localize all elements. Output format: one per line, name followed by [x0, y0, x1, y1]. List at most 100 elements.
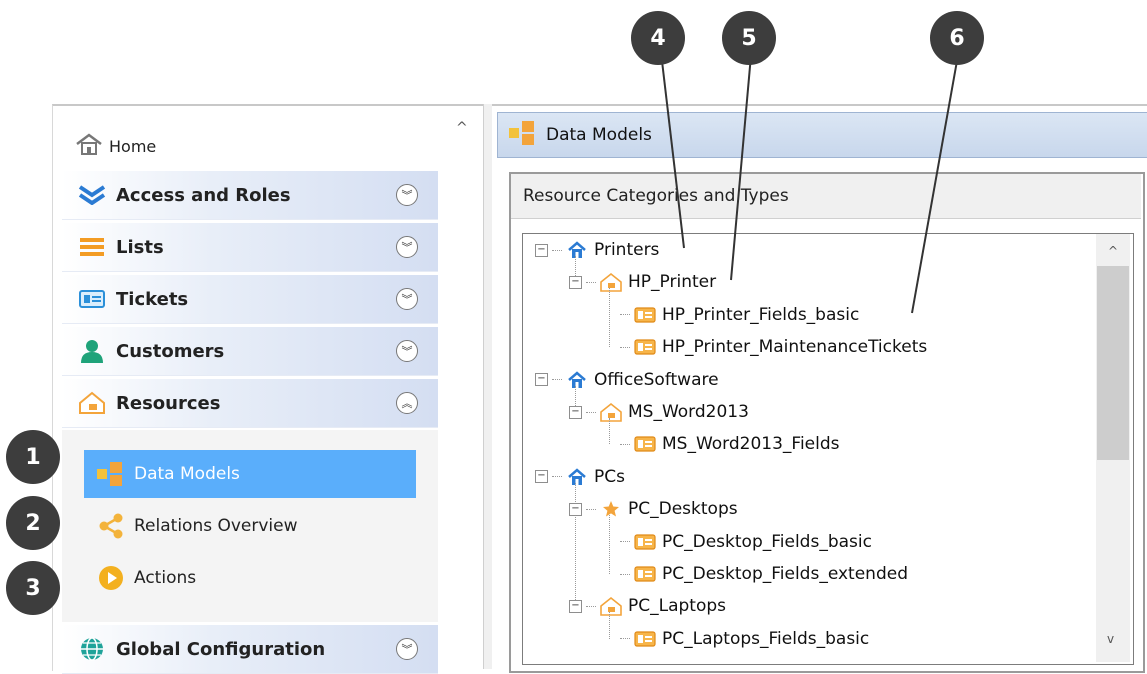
nav-section-label: Access and Roles	[116, 184, 291, 206]
group-box-title: Resource Categories and Types	[511, 174, 1141, 219]
nav-section-customers[interactable]: Customers ︾	[62, 327, 438, 376]
resource-type-icon	[600, 272, 622, 293]
tree-connector	[586, 411, 596, 413]
globe-icon	[74, 635, 110, 663]
tree-node[interactable]: − PCs	[535, 461, 625, 493]
tree-collapse-icon[interactable]: −	[569, 405, 582, 419]
content-header-title: Data Models	[546, 125, 652, 145]
chevron-double-down-icon[interactable]: ︾	[396, 638, 418, 660]
nav-item-relations-overview[interactable]: Relations Overview	[84, 502, 416, 550]
nav-section-global-configuration[interactable]: Global Configuration ︾	[62, 625, 438, 674]
tree-node[interactable]: PC_Desktop_Fields_basic	[603, 526, 872, 558]
resource-tree[interactable]: − Printers − HP_Printer HP_Printer_Fields_ba…	[522, 233, 1134, 665]
tree-node[interactable]: − OfficeSoftware	[535, 364, 719, 396]
star-icon	[600, 499, 622, 519]
tree-node[interactable]: − PC_Desktops	[569, 493, 738, 525]
tree-connector	[620, 541, 630, 543]
tree-node[interactable]: − Printers	[535, 234, 659, 266]
tree-node[interactable]: PC_Laptops_Fields_basic	[603, 623, 869, 655]
nav-item-data-models[interactable]: Data Models	[84, 450, 416, 498]
tree-connector	[586, 605, 596, 607]
house-icon	[566, 467, 588, 487]
house-icon	[566, 240, 588, 260]
data-models-icon	[96, 459, 126, 489]
data-models-icon	[508, 120, 538, 150]
nav-item-actions[interactable]: Actions	[84, 554, 416, 602]
tree-collapse-icon[interactable]: −	[535, 470, 548, 484]
tree-collapse-icon[interactable]: −	[535, 243, 548, 257]
tree-connector	[552, 379, 562, 381]
chevron-double-down-icon[interactable]: ︾	[396, 340, 418, 362]
person-icon	[74, 337, 110, 365]
tree-collapse-icon[interactable]: −	[569, 502, 582, 516]
nav-section-lists[interactable]: Lists ︾	[62, 223, 438, 272]
resource-type-icon	[600, 402, 622, 422]
nav-item-label: Actions	[134, 568, 197, 588]
tree-node[interactable]: − MS_Word2013	[569, 396, 749, 428]
tree-node-label: MS_Word2013_Fields	[662, 434, 840, 455]
tree-scrollbar-thumb[interactable]	[1097, 266, 1129, 460]
tree-connector	[586, 508, 596, 510]
tree-node[interactable]: − HP_Printer	[569, 266, 716, 298]
field-set-icon	[634, 532, 656, 552]
tree-collapse-icon[interactable]: −	[569, 275, 582, 289]
group-box-title-text: Resource Categories and Types	[523, 186, 789, 206]
tree-connector	[620, 346, 630, 348]
field-set-icon	[634, 337, 656, 357]
tree-node-label: Printers	[594, 240, 660, 260]
nav-section-resources[interactable]: Resources ︽	[62, 379, 438, 428]
nav-section-label: Global Configuration	[116, 638, 326, 660]
nav-section-label: Tickets	[116, 288, 189, 310]
chevron-double-down-icon[interactable]: ︾	[396, 184, 418, 206]
scroll-up-arrow-icon[interactable]: ^	[1108, 244, 1118, 258]
tree-node[interactable]: − PC_Laptops	[569, 590, 726, 622]
field-set-icon	[634, 629, 656, 649]
chevron-double-down-icon[interactable]: ︾	[396, 288, 418, 310]
field-set-icon	[634, 305, 656, 325]
callout-2: 2	[6, 496, 60, 550]
tree-connector	[620, 573, 630, 575]
field-set-icon	[634, 434, 656, 454]
nav-item-label: Relations Overview	[134, 516, 298, 536]
tree-node[interactable]: HP_Printer_MaintenanceTickets	[603, 331, 927, 363]
scroll-down-arrow-icon[interactable]: v	[1107, 632, 1114, 646]
nav-section-tickets[interactable]: Tickets ︾	[62, 275, 438, 324]
tree-connector	[620, 314, 630, 316]
resource-house-icon	[74, 389, 110, 417]
tree-connector	[552, 476, 562, 478]
tree-node-label: PC_Desktop_Fields_extended	[662, 564, 908, 584]
chevron-shield-icon	[74, 181, 110, 209]
content-header: Data Models	[497, 112, 1147, 158]
ticket-icon	[74, 285, 110, 313]
tree-node-label: PCs	[594, 466, 625, 487]
tree-node-label: MS_Word2013	[628, 402, 749, 422]
chevron-double-down-icon[interactable]: ︾	[396, 236, 418, 258]
nav-scroll-up-icon[interactable]: ^	[456, 120, 468, 136]
chevron-double-up-icon[interactable]: ︽	[396, 392, 418, 414]
tree-connector	[620, 638, 630, 640]
nav-section-label: Customers	[116, 340, 225, 362]
tree-node[interactable]: HP_Printer_Fields_basic	[603, 299, 859, 331]
tree-node-label: PC_Laptops_Fields_basic	[662, 628, 870, 649]
tree-node-label: PC_Desktops	[628, 499, 738, 520]
house-icon	[566, 370, 588, 390]
tree-node[interactable]: PC_Desktop_Fields_extended	[603, 558, 908, 590]
callout-6: 6	[930, 11, 984, 65]
tree-node-label: PC_Desktop_Fields_basic	[662, 531, 872, 552]
tree-node-label: PC_Laptops	[628, 596, 727, 617]
tree-node[interactable]: MS_Word2013_Fields	[603, 428, 840, 460]
tree-node-label: HP_Printer	[628, 272, 717, 293]
tree-connector	[620, 443, 630, 445]
list-icon	[74, 233, 110, 261]
tree-node-label: HP_Printer_Fields_basic	[662, 304, 860, 325]
field-set-icon	[634, 564, 656, 584]
nav-home[interactable]: Home	[75, 132, 156, 160]
callout-1: 1	[6, 430, 60, 484]
nav-section-access-and-roles[interactable]: Access and Roles ︾	[62, 171, 438, 220]
tree-connector	[552, 249, 562, 251]
play-circle-icon	[96, 563, 126, 593]
tree-collapse-icon[interactable]: −	[569, 599, 582, 613]
callout-5: 5	[722, 11, 776, 65]
nav-item-label: Data Models	[134, 464, 240, 484]
tree-collapse-icon[interactable]: −	[535, 373, 548, 387]
